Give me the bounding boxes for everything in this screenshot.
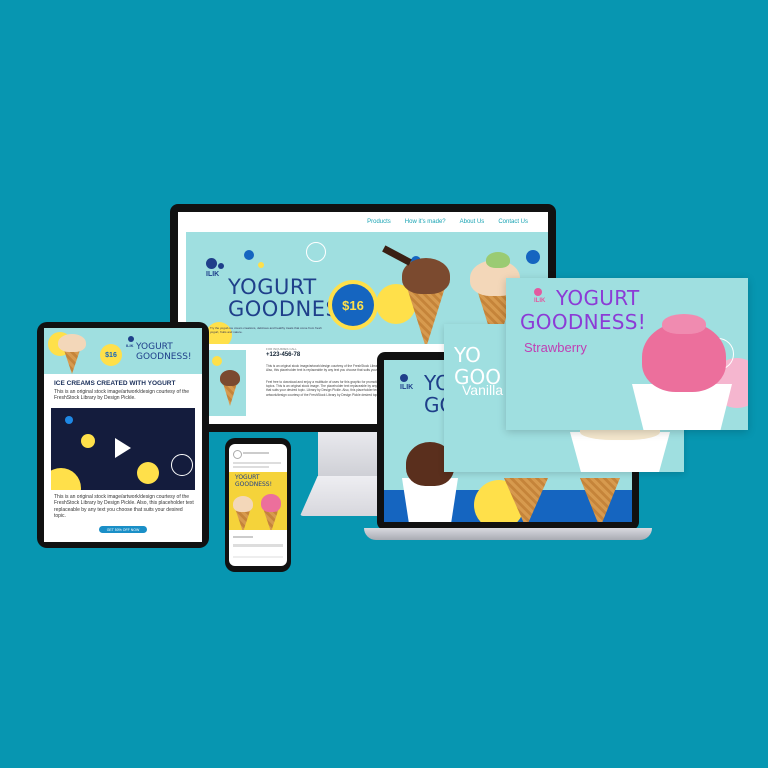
vanilla-scoop-image xyxy=(233,496,253,512)
post-caption-placeholder xyxy=(233,462,281,464)
device-mockup-scene: { "desktop": { "nav": ["Products", "How … xyxy=(0,0,768,768)
bubble-decoration xyxy=(258,262,264,268)
tablet-hero-title: YOGURT GOODNESS! xyxy=(136,342,192,362)
inquiries-label: FOR INQUIRIES CALL xyxy=(266,347,297,351)
tablet-screen: $16 ILIK YOGURT GOODNESS! ICE CREAMS CRE… xyxy=(44,328,202,542)
monitor-stand xyxy=(318,432,380,476)
hero-subtitle: Try the yogurt-ice cream creations, deli… xyxy=(210,326,322,334)
brand-logo-text: ILIK xyxy=(534,298,546,304)
strawberry-ad-card: ILIK YOGURT GOODNESS! Strawberry xyxy=(506,278,748,430)
brand-logo-text: ILIK xyxy=(206,271,220,278)
play-icon[interactable] xyxy=(115,438,131,458)
tablet-hero: $16 ILIK YOGURT GOODNESS! xyxy=(44,328,202,374)
phone-screen: YOGURT GOODNESS! xyxy=(229,444,287,566)
strawberry-scoop-image xyxy=(261,494,281,512)
nav-how-its-made[interactable]: How it's made? xyxy=(405,219,446,225)
phone-post-title: YOGURT GOODNESS! xyxy=(235,474,273,488)
tablet-heading: ICE CREAMS CREATED WITH YOGURT xyxy=(54,380,176,387)
profile-name-placeholder xyxy=(243,452,269,454)
video-player[interactable] xyxy=(51,408,195,490)
strawberry-swirl-top-image xyxy=(662,314,706,334)
vanilla-flavor-label: Vanilla xyxy=(462,382,503,398)
post-action-bar xyxy=(233,544,283,547)
brand-logo-text: ILIK xyxy=(126,343,134,348)
tablet-paragraph-1: This is an original stock image/artwork/… xyxy=(54,389,190,402)
strawberry-card-title: YOGURT xyxy=(556,286,640,310)
brand-logo-text: ILIK xyxy=(400,384,414,391)
laptop-base xyxy=(364,528,652,540)
nav-products[interactable]: Products xyxy=(367,219,391,225)
nav-about-us[interactable]: About Us xyxy=(460,219,485,225)
get-50-off-button[interactable]: GET 50% OFF NOW xyxy=(99,526,147,533)
vanilla-scoop-image xyxy=(58,334,86,352)
strawberry-flavor-label: Strawberry xyxy=(524,340,587,355)
strawberry-card-title-line2: GOODNESS! xyxy=(520,310,647,334)
tablet-paragraph-2: This is an original stock image/artwork/… xyxy=(54,494,194,519)
lower-thumbnail-image xyxy=(208,350,246,416)
post-meta-placeholder xyxy=(233,536,253,538)
bubble-decoration xyxy=(526,250,540,264)
price-badge: $16 xyxy=(332,284,374,326)
pistachio-scoop-image xyxy=(486,252,510,268)
phone-number[interactable]: +123-456-78 xyxy=(266,352,300,358)
bubble-decoration xyxy=(244,250,254,260)
brand-logo xyxy=(534,288,542,296)
phone-post-image[interactable]: YOGURT GOODNESS! xyxy=(229,472,287,530)
wafer-stick-image xyxy=(382,245,412,266)
post-caption-placeholder xyxy=(233,466,269,468)
tablet-price-badge: $16 xyxy=(100,344,122,366)
desktop-nav: Products How it's made? About Us Contact… xyxy=(178,212,548,232)
brand-logo xyxy=(400,374,408,382)
profile-avatar[interactable] xyxy=(233,450,242,459)
bubble-decoration xyxy=(306,242,326,262)
phone-bottom-bar xyxy=(233,556,283,558)
nav-contact-us[interactable]: Contact Us xyxy=(498,219,528,225)
brand-logo xyxy=(128,336,134,342)
